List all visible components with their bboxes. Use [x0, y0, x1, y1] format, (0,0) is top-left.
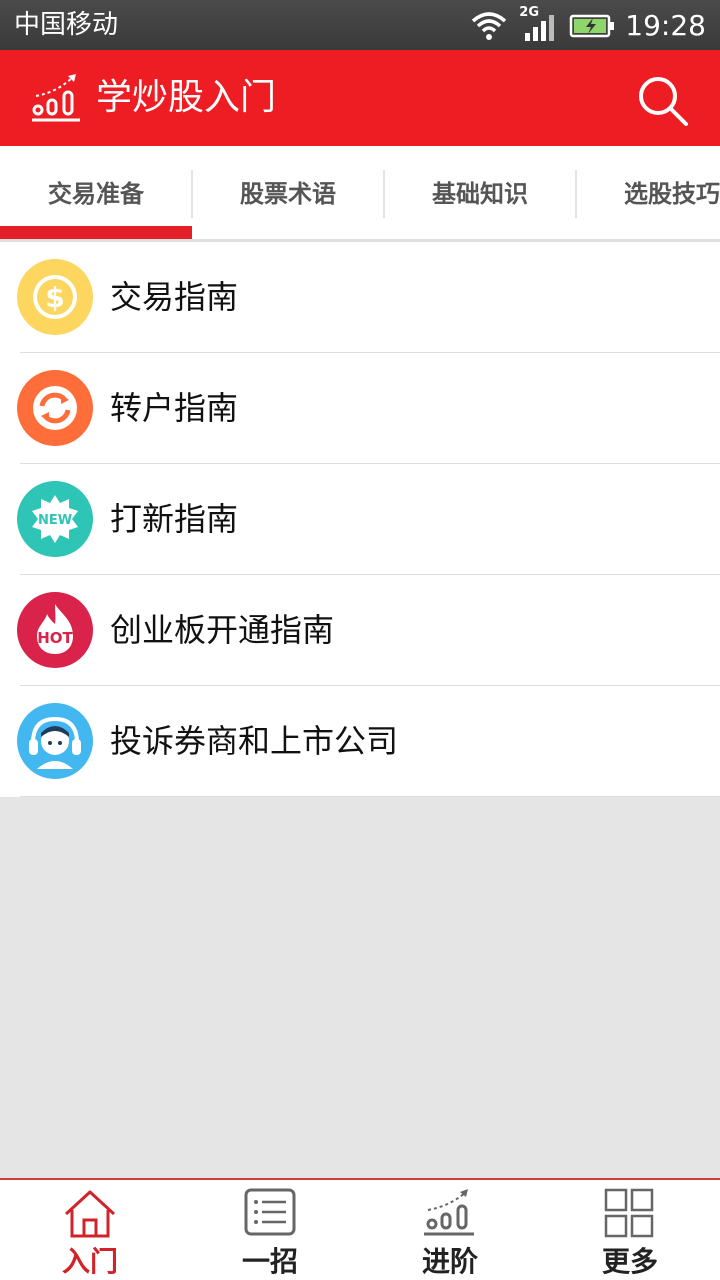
- hot-flame-icon: HOT: [17, 592, 93, 668]
- nav-label: 入门: [61, 1245, 118, 1278]
- dollar-icon: $: [17, 259, 93, 335]
- list-item-label: 打新指南: [110, 500, 239, 538]
- nav-item-more[interactable]: 更多: [540, 1180, 720, 1280]
- grid-icon: [604, 1188, 654, 1238]
- nav-item-advanced[interactable]: 进阶: [360, 1180, 540, 1280]
- carrier-label: 中国移动: [14, 10, 119, 40]
- tab-label: 交易准备: [48, 180, 144, 208]
- home-icon: [64, 1190, 116, 1238]
- tab-label: 选股技巧: [624, 180, 720, 208]
- list-item-complaint[interactable]: 投诉券商和上市公司: [0, 686, 720, 797]
- nav-label: 进阶: [421, 1245, 478, 1278]
- guide-list: $ 交易指南 转户指南 NEW 打新指南 HOT 创业板开通指南 投诉券商和上市…: [0, 242, 720, 797]
- status-bar: 中国移动 2G 19:28: [0, 0, 720, 50]
- active-tab-indicator: [0, 226, 192, 239]
- list-item-label: 转户指南: [110, 389, 239, 427]
- status-icons: 2G 19:28: [469, 5, 706, 46]
- nav-item-tips[interactable]: 一招: [180, 1180, 360, 1280]
- chart-growth-icon: [424, 1189, 474, 1236]
- divider: [20, 796, 720, 797]
- list-item-transfer-guide[interactable]: 转户指南: [0, 353, 720, 464]
- list-item-label: 交易指南: [110, 278, 239, 316]
- new-badge-icon: NEW: [17, 481, 93, 557]
- tab-stock-terms[interactable]: 股票术语: [192, 146, 384, 239]
- nav-label: 一招: [241, 1245, 298, 1278]
- transfer-icon: [17, 370, 93, 446]
- wifi-icon: [472, 12, 507, 40]
- tab-label: 基础知识: [432, 180, 528, 208]
- badge-text: NEW: [38, 513, 72, 528]
- badge-text: HOT: [37, 629, 73, 647]
- chart-growth-icon: [32, 74, 80, 122]
- clock: 19:28: [625, 9, 706, 42]
- app-title: 学炒股入门: [96, 77, 277, 118]
- nav-item-intro[interactable]: 入门: [0, 1180, 180, 1280]
- app-bar: 学炒股入门: [0, 50, 720, 146]
- search-icon[interactable]: [636, 74, 690, 128]
- svg-text:$: $: [45, 281, 64, 314]
- category-tabs: 交易准备 股票术语 基础知识 选股技巧: [0, 146, 720, 242]
- signal-icon: [525, 15, 555, 41]
- list-icon: [244, 1188, 296, 1236]
- tab-label: 股票术语: [240, 180, 336, 208]
- list-item-trading-guide[interactable]: $ 交易指南: [0, 242, 720, 353]
- list-item-label: 投诉券商和上市公司: [110, 722, 399, 760]
- list-item-gem-guide[interactable]: HOT 创业板开通指南: [0, 575, 720, 686]
- list-item-label: 创业板开通指南: [110, 611, 335, 649]
- battery-icon: [570, 14, 615, 38]
- support-agent-icon: [17, 703, 93, 779]
- list-item-ipo-guide[interactable]: NEW 打新指南: [0, 464, 720, 575]
- tab-basics[interactable]: 基础知识: [384, 146, 576, 239]
- signal-indicator: 2G: [519, 5, 559, 43]
- nav-label: 更多: [601, 1245, 658, 1278]
- tab-stock-picking[interactable]: 选股技巧: [576, 146, 720, 239]
- bottom-nav: 入门 一招 进阶 更多: [0, 1178, 720, 1280]
